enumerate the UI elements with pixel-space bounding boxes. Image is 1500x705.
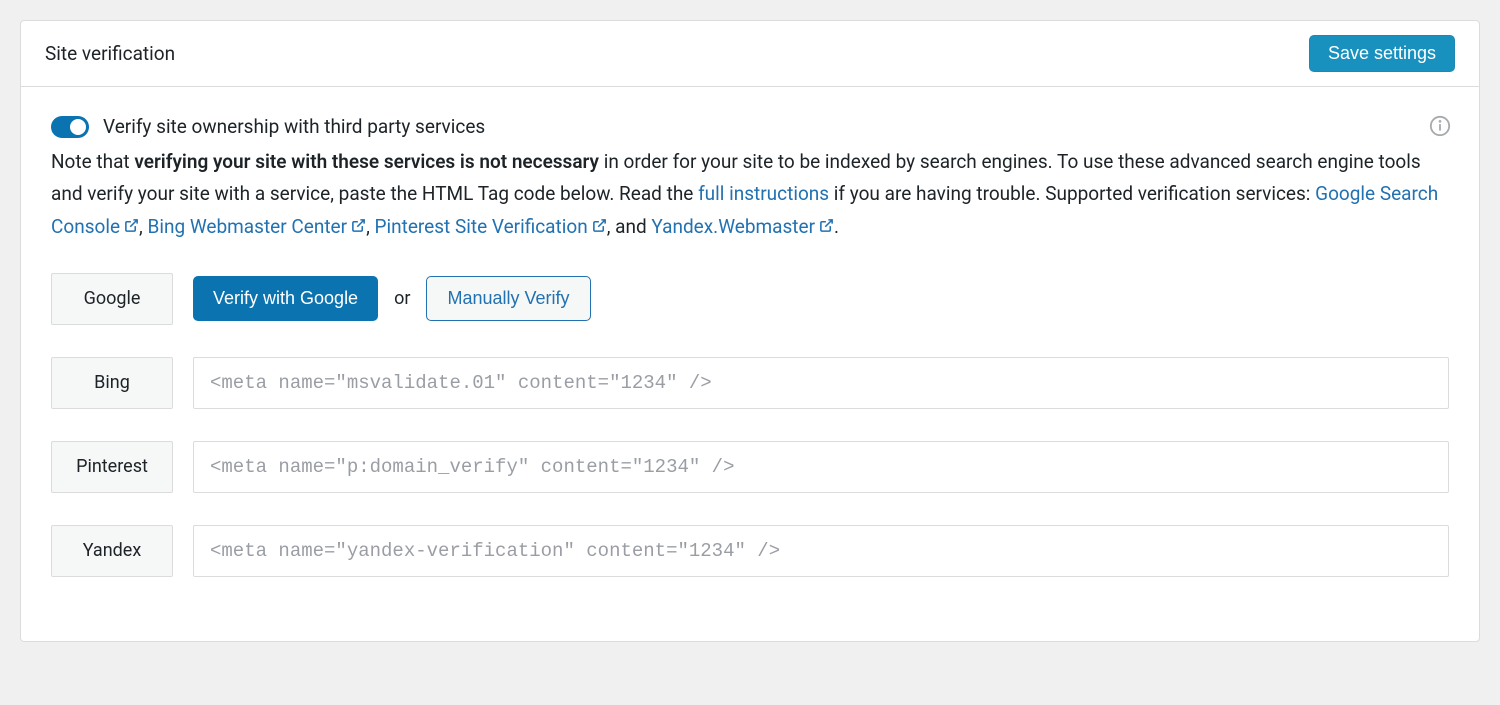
verify-with-google-button[interactable]: Verify with Google: [193, 276, 378, 321]
bing-label: Bing: [51, 357, 173, 409]
external-link-icon: [351, 211, 366, 226]
desc-period: .: [834, 215, 839, 238]
save-settings-button[interactable]: Save settings: [1309, 35, 1455, 72]
yandex-input[interactable]: [193, 525, 1449, 577]
external-link-icon: [819, 211, 834, 226]
toggle-row: Verify site ownership with third party s…: [51, 115, 1449, 138]
pinterest-input[interactable]: [193, 441, 1449, 493]
google-row: Google Verify with Google or Manually Ve…: [51, 273, 1449, 325]
google-label: Google: [51, 273, 173, 325]
manually-verify-button[interactable]: Manually Verify: [426, 276, 590, 321]
or-text: or: [394, 288, 410, 309]
desc-part: Note that: [51, 150, 134, 173]
yandex-row: Yandex: [51, 525, 1449, 577]
desc-bold: verifying your site with these services …: [134, 150, 599, 173]
toggle-knob: [70, 119, 86, 135]
desc-sep: , and: [607, 215, 652, 238]
external-link-icon: [592, 211, 607, 226]
desc-part: if you are having trouble. Supported ver…: [829, 182, 1315, 205]
pinterest-verification-link[interactable]: Pinterest Site Verification: [375, 215, 588, 238]
panel-header: Site verification Save settings: [21, 21, 1479, 87]
verify-toggle[interactable]: [51, 116, 89, 138]
pinterest-label: Pinterest: [51, 441, 173, 493]
description-text: Note that verifying your site with these…: [51, 146, 1449, 243]
google-actions: Verify with Google or Manually Verify: [193, 273, 591, 325]
toggle-label: Verify site ownership with third party s…: [103, 115, 485, 138]
yandex-label: Yandex: [51, 525, 173, 577]
site-verification-panel: Site verification Save settings Verify s…: [20, 20, 1480, 642]
external-link-icon: [124, 211, 139, 226]
bing-webmaster-link[interactable]: Bing Webmaster Center: [148, 215, 348, 238]
bing-input[interactable]: [193, 357, 1449, 409]
info-icon[interactable]: [1429, 115, 1451, 137]
bing-row: Bing: [51, 357, 1449, 409]
pinterest-row: Pinterest: [51, 441, 1449, 493]
desc-sep: ,: [139, 215, 147, 238]
full-instructions-link[interactable]: full instructions: [698, 182, 829, 205]
panel-body: Verify site ownership with third party s…: [21, 87, 1479, 641]
panel-title: Site verification: [45, 42, 175, 65]
yandex-webmaster-link[interactable]: Yandex.Webmaster: [651, 215, 815, 238]
desc-sep: ,: [366, 215, 374, 238]
